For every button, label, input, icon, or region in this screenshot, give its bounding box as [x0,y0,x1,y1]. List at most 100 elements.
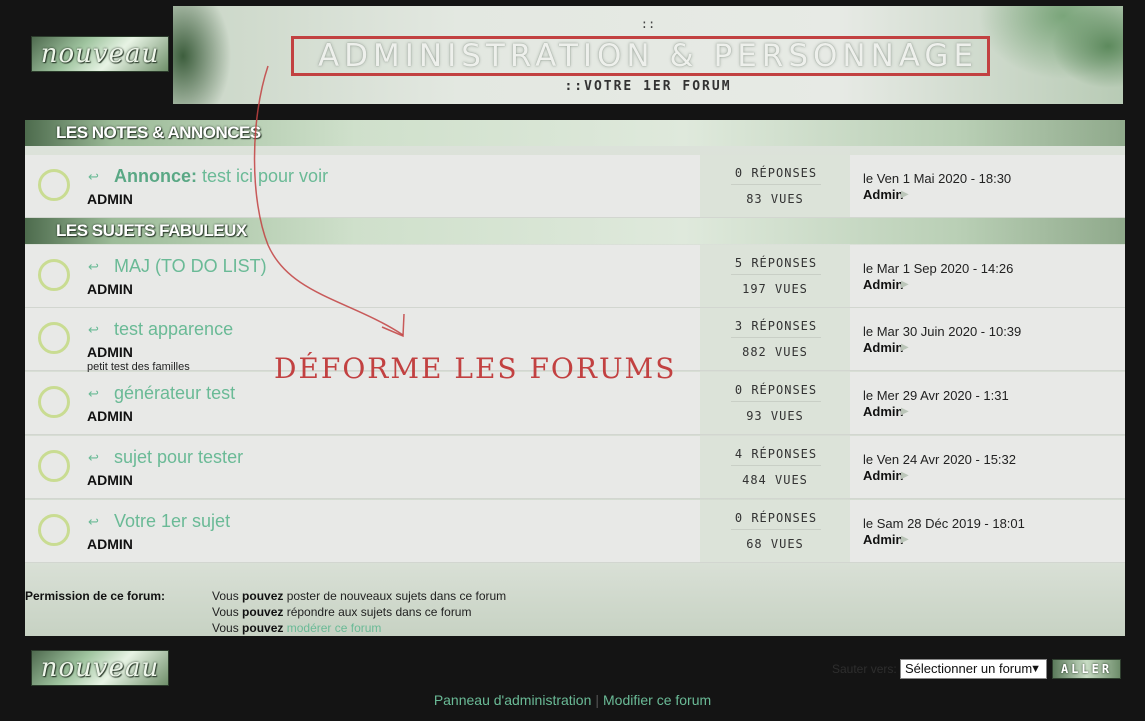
topic-stats: 0 RÉPONSES 68 VUES [700,500,850,562]
last-post-date: le Mar 1 Sep 2020 - 14:26 [863,261,1014,276]
banner-subtitle: ::VOTRE 1ER FORUM [564,79,732,94]
category-title: LES SUJETS FABULEUX [56,221,247,240]
edit-forum-link[interactable]: Modifier ce forum [603,692,711,708]
topic-title-link[interactable]: test apparence [114,319,233,340]
last-post-arrow-icon[interactable]: ▶ [901,189,909,200]
moderate-forum-link[interactable]: modérer ce forum [287,621,382,635]
banner-dots: :: [640,17,656,31]
last-post-author[interactable]: Admin [863,340,903,355]
jump-forum-select[interactable]: Sélectionner un forum ▼ [900,659,1047,679]
view-count: 882 VUES [742,345,808,359]
topic-author[interactable]: ADMIN [87,191,133,207]
new-topic-button-bottom[interactable]: nouveau [31,650,169,686]
topic-stats: 5 RÉPONSES 197 VUES [700,245,850,307]
last-post-arrow-icon[interactable]: ▶ [901,342,909,353]
topic-author[interactable]: ADMIN [87,536,133,552]
topic-title: test apparence [114,319,234,339]
reply-arrow-icon[interactable]: ↩ [88,450,99,466]
topic-stats: 4 RÉPONSES 484 VUES [700,436,850,498]
topic-title-link[interactable]: Annonce: test ici pour voir [114,166,328,187]
topic-title: sujet pour tester [114,447,244,467]
view-count: 93 VUES [746,409,804,423]
topic-stats: 0 RÉPONSES 93 VUES [700,372,850,434]
bottom-links: Panneau d'administration | Modifier ce for… [0,692,1145,708]
topic-author[interactable]: ADMIN [87,472,133,488]
reply-arrow-icon[interactable]: ↩ [88,514,99,530]
last-post-arrow-icon[interactable]: ▶ [901,470,909,481]
topic-title-link[interactable]: Votre 1er sujet [114,511,230,532]
reply-arrow-icon[interactable]: ↩ [88,322,99,338]
topic-status-icon [38,514,70,546]
topic-title: Votre 1er sujet [114,511,231,531]
permission-line: Vous pouvez modérer ce forum [212,621,381,635]
last-post-date: le Ven 1 Mai 2020 - 18:30 [863,171,1012,186]
view-count: 484 VUES [742,473,808,487]
last-post-date: le Mar 30 Juin 2020 - 10:39 [863,324,1022,339]
topic-status-icon [38,169,70,201]
last-post-arrow-icon[interactable]: ▶ [901,534,909,545]
reply-count: 0 RÉPONSES [731,166,821,185]
last-post-arrow-icon[interactable]: ▶ [901,279,909,290]
permission-pre: Vous [212,621,243,635]
permission-pre: Vous [212,589,243,603]
reply-count: 4 RÉPONSES [731,447,821,466]
annotation-text: DÉFORME LES FORUMS [274,352,677,385]
permission-pre: Vous [212,605,243,619]
go-button[interactable]: ALLER [1052,659,1121,679]
topic-author[interactable]: ADMIN [87,408,133,424]
topic-status-icon [38,450,70,482]
last-post-author[interactable]: Admin [863,277,903,292]
topic-prefix: Annonce: [114,166,197,186]
last-post-date: le Ven 24 Avr 2020 - 15:32 [863,452,1016,467]
topic-row: ↩ Annonce: test ici pour voir ADMIN 0 RÉPON… [25,155,1125,218]
topic-title: générateur test [114,383,236,403]
permission-text: poster de nouveaux sujets dans ce forum [283,589,507,603]
permission-line: Vous pouvez répondre aux sujets dans ce … [212,605,471,619]
new-topic-button-top[interactable]: nouveau [31,36,169,72]
topic-status-icon [38,322,70,354]
topic-stats: 0 RÉPONSES 83 VUES [700,155,850,217]
permission-label: Permission de ce forum: [25,589,166,603]
permission-verb: pouvez [242,589,284,603]
topic-stats: 3 RÉPONSES 882 VUES [700,308,850,370]
topic-author[interactable]: ADMIN [87,281,133,297]
annotation-highlight-box [291,36,990,76]
topic-row: ↩ MAJ (TO DO LIST) ADMIN 5 RÉPONSES 197 VUES… [25,245,1125,308]
new-topic-label: nouveau [40,653,160,683]
last-post-author[interactable]: Admin [863,187,903,202]
jump-label: Sauter vers: [832,662,897,676]
last-post-author[interactable]: Admin [863,468,903,483]
topic-status-icon [38,259,70,291]
permission-text: répondre aux sujets dans ce forum [283,605,472,619]
topic-author[interactable]: ADMIN [87,344,133,360]
link-separator: | [595,692,600,708]
reply-arrow-icon[interactable]: ↩ [88,169,99,185]
reply-count: 5 RÉPONSES [731,256,821,275]
reply-arrow-icon[interactable]: ↩ [88,386,99,402]
reply-arrow-icon[interactable]: ↩ [88,259,99,275]
view-count: 197 VUES [742,282,808,296]
last-post-author[interactable]: Admin [863,404,903,419]
category-title: LES NOTES & ANNONCES [56,123,261,142]
category-header: LES SUJETS FABULEUX [25,218,1125,244]
permission-line: Vous pouvez poster de nouveaux sujets da… [212,589,506,603]
last-post-author[interactable]: Admin [863,532,903,547]
topic-row: ↩ sujet pour tester ADMIN 4 RÉPONSES 484 VUE… [25,436,1125,499]
topic-title-link[interactable]: MAJ (TO DO LIST) [114,256,267,277]
chevron-down-icon: ▼ [1030,663,1041,675]
topic-title-link[interactable]: générateur test [114,383,235,404]
view-count: 83 VUES [746,192,804,206]
permission-verb: pouvez [242,605,284,619]
admin-panel-link[interactable]: Panneau d'administration [434,692,592,708]
jump-select-value: Sélectionner un forum [905,661,1033,676]
topic-title-link[interactable]: sujet pour tester [114,447,243,468]
permission-verb: pouvez [242,621,284,635]
last-post-date: le Sam 28 Déc 2019 - 18:01 [863,516,1025,531]
reply-count: 0 RÉPONSES [731,383,821,402]
last-post-arrow-icon[interactable]: ▶ [901,406,909,417]
topic-row: ↩ Votre 1er sujet ADMIN 0 RÉPONSES 68 VUES le… [25,500,1125,563]
topic-title: test ici pour voir [202,166,329,186]
view-count: 68 VUES [746,537,804,551]
category-header: LES NOTES & ANNONCES [25,120,1125,146]
reply-count: 0 RÉPONSES [731,511,821,530]
